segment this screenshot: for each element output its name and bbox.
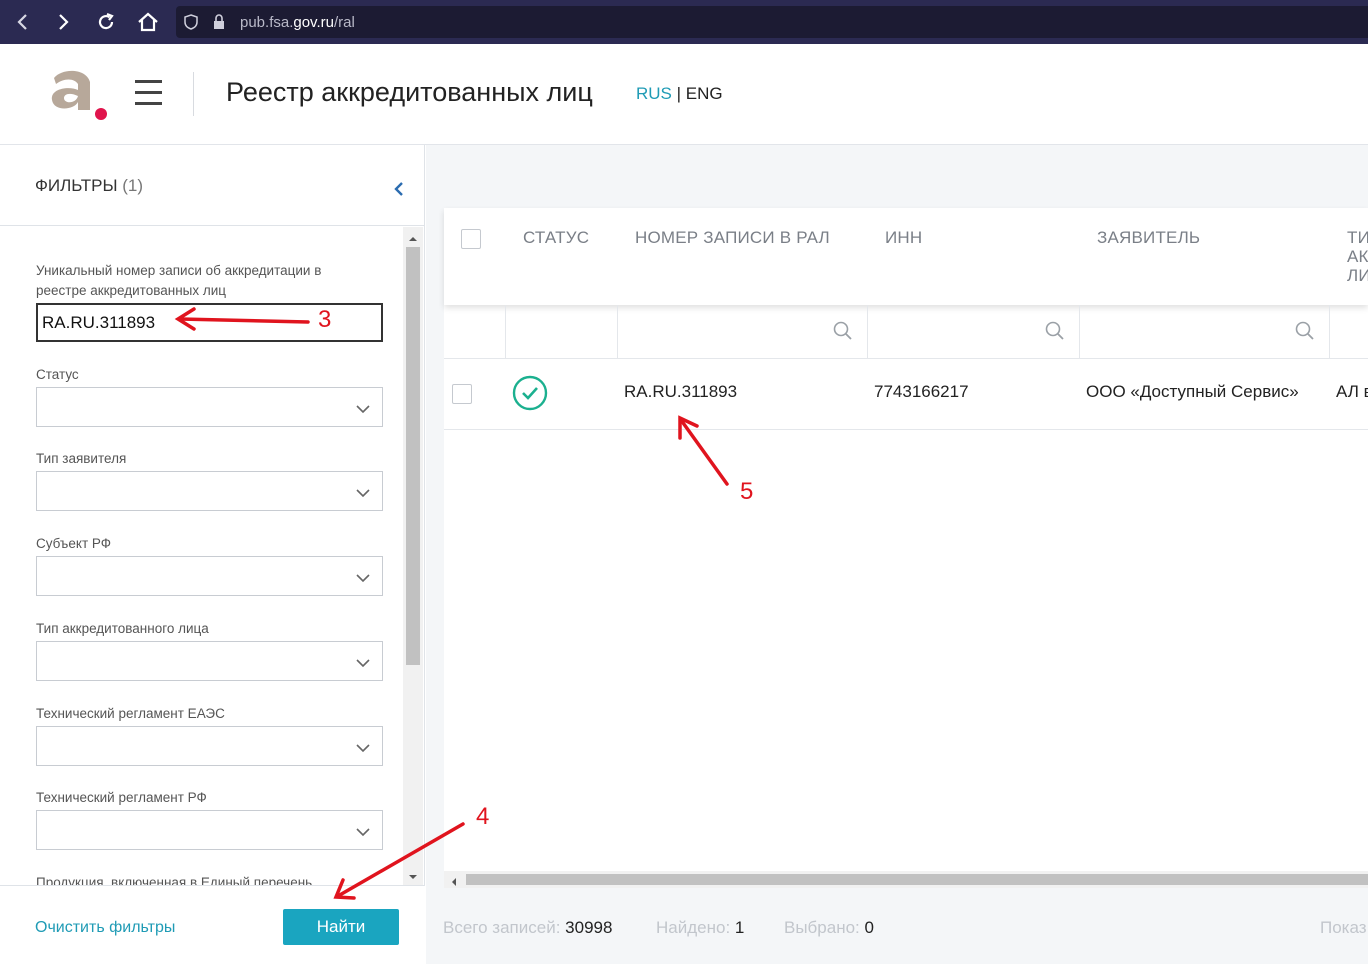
status-active-icon: [512, 375, 548, 411]
chevron-down-icon: [356, 655, 370, 668]
page-title: Реестр аккредитованных лиц: [226, 77, 593, 107]
search-icon[interactable]: [1045, 321, 1065, 341]
chevron-down-icon: [356, 485, 370, 498]
annotation-label: 5: [740, 478, 754, 505]
filter-cell-checkbox: [444, 305, 506, 359]
table-header: СТАТУС НОМЕР ЗАПИСИ В РАЛ ИНН ЗАЯВИТЕЛЬ …: [444, 208, 1368, 305]
fsa-logo[interactable]: [48, 68, 110, 125]
filters-footer: Очистить фильтры Найти: [0, 885, 425, 964]
field-label-eaeu-regulation: Технический регламент ЕАЭС: [36, 706, 225, 721]
lang-rus-link[interactable]: RUS: [636, 84, 672, 103]
field-label-status: Статус: [36, 367, 79, 382]
selected-records: Выбрано: 0: [784, 918, 874, 937]
column-header-status[interactable]: СТАТУС: [523, 228, 589, 248]
address-bar[interactable]: pub.fsa.gov.ru/ral: [176, 6, 1368, 38]
home-icon[interactable]: [134, 8, 162, 36]
field-label-applicant-type: Тип заявителя: [36, 451, 127, 466]
chevron-down-icon: [356, 570, 370, 583]
found-records: Найдено: 1: [656, 918, 745, 937]
column-header-inn[interactable]: ИНН: [885, 228, 922, 248]
rf-regulation-select[interactable]: [36, 810, 383, 850]
forward-icon[interactable]: [50, 8, 78, 36]
field-label-accredited-type: Тип аккредитованного лица: [36, 621, 209, 636]
filters-title: ФИЛЬТРЫ (1): [35, 176, 144, 195]
cell-applicant: ООО «Доступный Сервис»: [1086, 382, 1299, 401]
applicant-type-select[interactable]: [36, 471, 383, 511]
field-label-products-list: Продукция, включенная в Единый перечень: [36, 875, 313, 885]
lang-eng-link[interactable]: ENG: [686, 84, 723, 103]
scrollbar-thumb[interactable]: [466, 874, 1368, 885]
field-label-record-number: Уникальный номер записи об аккредитации …: [36, 263, 322, 298]
column-header-number[interactable]: НОМЕР ЗАПИСИ В РАЛ: [635, 228, 830, 248]
scroll-down-icon[interactable]: [407, 869, 419, 879]
lock-icon: [212, 14, 226, 35]
table-horizontal-scrollbar[interactable]: [444, 871, 1368, 888]
filters-count: (1): [122, 176, 144, 195]
scroll-up-icon[interactable]: [407, 231, 419, 241]
chevron-down-icon: [356, 401, 370, 414]
filter-cell-applicant[interactable]: [1080, 305, 1330, 359]
field-label-rf-regulation: Технический регламент РФ: [36, 790, 207, 805]
filters-header: ФИЛЬТРЫ (1): [0, 145, 425, 226]
search-icon[interactable]: [1295, 321, 1315, 341]
main-content: СТАТУС НОМЕР ЗАПИСИ В РАЛ ИНН ЗАЯВИТЕЛЬ …: [426, 145, 1368, 964]
shield-icon: [184, 14, 198, 35]
filters-sidebar: ФИЛЬТРЫ (1) Уникальный номер записи об а…: [0, 145, 425, 964]
field-label-region: Субъект РФ: [36, 536, 111, 551]
show-per-page-label: Показ: [1320, 918, 1367, 937]
sidebar-scrollbar[interactable]: [403, 227, 423, 885]
reload-icon[interactable]: [92, 8, 120, 36]
row-checkbox[interactable]: [452, 384, 472, 404]
scroll-left-icon[interactable]: [450, 874, 458, 886]
annotation-label: 4: [476, 803, 490, 830]
eaeu-regulation-select[interactable]: [36, 726, 383, 766]
chevron-left-icon[interactable]: [392, 180, 406, 198]
back-icon[interactable]: [8, 8, 36, 36]
filters-list: Уникальный номер записи об аккредитации …: [0, 227, 425, 885]
column-header-type[interactable]: ТИ АК ЛИ: [1347, 228, 1368, 285]
cell-inn: 7743166217: [874, 382, 969, 401]
table-row[interactable]: RA.RU.311893 7743166217 ООО «Доступный С…: [444, 359, 1368, 430]
filter-cell-number[interactable]: [618, 305, 868, 359]
accredited-type-select[interactable]: [36, 641, 383, 681]
header-divider: [193, 72, 194, 116]
column-header-applicant[interactable]: ЗАЯВИТЕЛЬ: [1097, 228, 1200, 248]
region-select[interactable]: [36, 556, 383, 596]
menu-icon[interactable]: [135, 80, 162, 106]
cell-number[interactable]: RA.RU.311893: [624, 382, 737, 402]
cell-type: АЛ в: [1336, 382, 1368, 401]
filter-cell-status: [506, 305, 618, 359]
language-switcher: RUS | ENG: [636, 84, 723, 103]
browser-toolbar: pub.fsa.gov.ru/ral: [0, 0, 1368, 44]
scrollbar-thumb[interactable]: [406, 247, 420, 665]
find-button[interactable]: Найти: [283, 909, 399, 945]
column-filter-row: [444, 305, 1368, 359]
status-select[interactable]: [36, 387, 383, 427]
filter-cell-inn[interactable]: [868, 305, 1080, 359]
total-records: Всего записей: 30998: [443, 918, 613, 937]
clear-filters-link[interactable]: Очистить фильтры: [35, 919, 175, 937]
select-all-checkbox[interactable]: [461, 229, 481, 249]
chevron-down-icon: [356, 740, 370, 753]
annotation-label: 3: [318, 306, 332, 333]
url-text: pub.fsa.gov.ru/ral: [240, 14, 355, 31]
results-table: СТАТУС НОМЕР ЗАПИСИ В РАЛ ИНН ЗАЯВИТЕЛЬ …: [444, 208, 1368, 888]
app-header: Реестр аккредитованных лиц RUS | ENG: [0, 44, 1368, 145]
chevron-down-icon: [356, 824, 370, 837]
search-icon[interactable]: [833, 321, 853, 341]
